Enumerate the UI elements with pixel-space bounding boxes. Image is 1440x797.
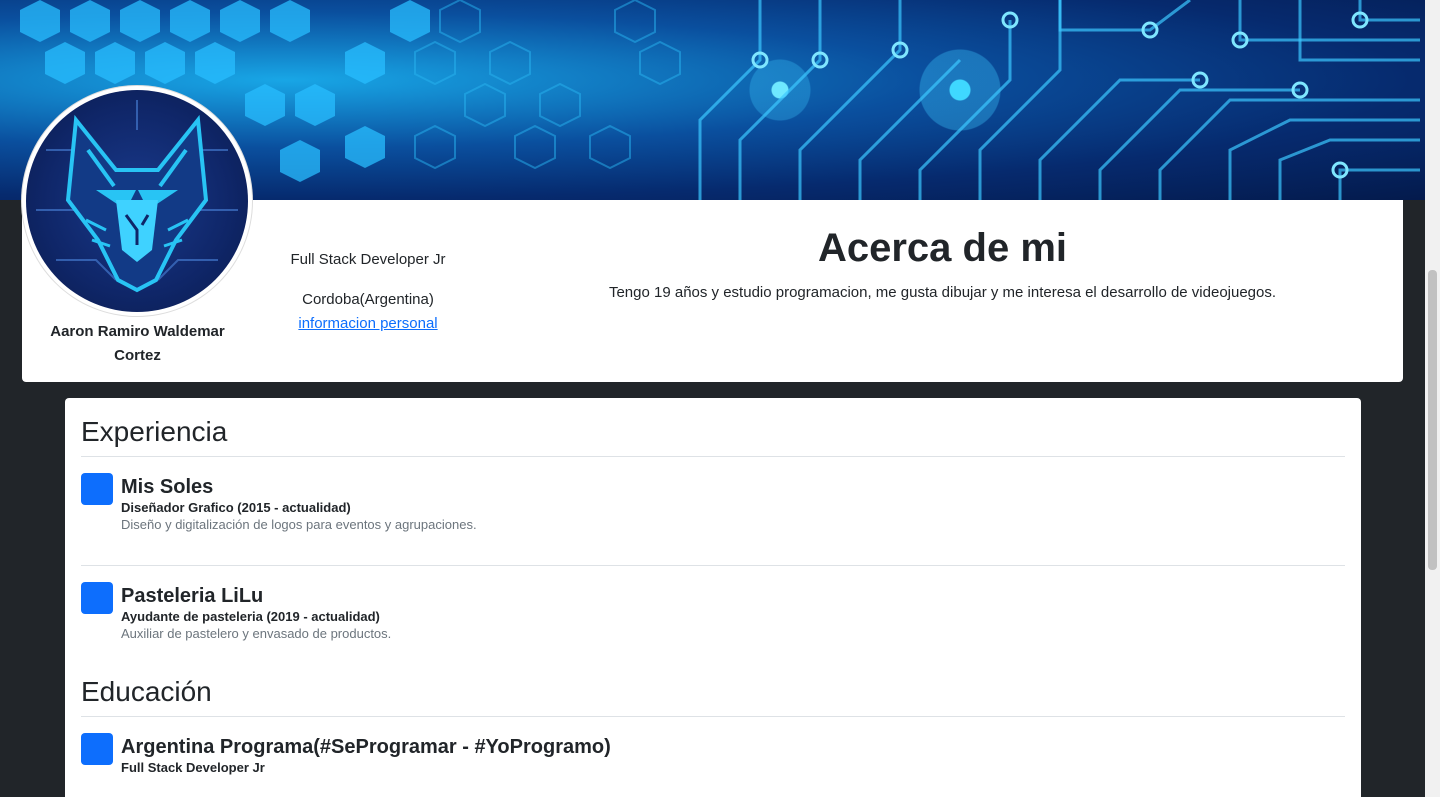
experience-icon — [81, 473, 113, 505]
personal-info-link[interactable]: informacion personal — [268, 315, 468, 332]
experience-position: Diseñador Grafico (2015 - actualidad) — [121, 500, 351, 515]
education-title: Educación — [81, 676, 212, 707]
experience-description: Auxiliar de pastelero y envasado de prod… — [121, 626, 392, 641]
experience-position: Ayudante de pasteleria (2019 - actualida… — [121, 609, 380, 624]
profile-role: Full Stack Developer Jr — [290, 251, 446, 268]
about-text: Tengo 19 años y estudio programacion, me… — [608, 284, 1277, 301]
education-institution: Argentina Programa(#SeProgramar - #YoPro… — [121, 736, 611, 758]
education-divider — [81, 716, 1345, 717]
profile-name: Aaron Ramiro Waldemar Cortez — [50, 323, 225, 364]
page-scrollbar[interactable] — [1425, 0, 1440, 797]
wolf-logo-icon — [26, 90, 248, 312]
about-title: Acerca de mi — [817, 226, 1068, 270]
education-icon — [81, 733, 113, 765]
experience-item-divider — [81, 565, 1345, 566]
education-degree: Full Stack Developer Jr — [121, 760, 265, 775]
experience-company: Pasteleria LiLu — [121, 585, 264, 607]
avatar — [22, 86, 252, 316]
profile-location: Cordoba(Argentina) — [302, 291, 434, 308]
experience-description: Diseño y digitalización de logos para ev… — [121, 517, 477, 532]
experience-company: Mis Soles — [121, 476, 214, 498]
page: Aaron Ramiro Waldemar Cortez Full Stack … — [0, 0, 1440, 797]
experience-icon — [81, 582, 113, 614]
experience-divider — [81, 456, 1345, 457]
experience-title: Experiencia — [81, 416, 228, 447]
scrollbar-thumb[interactable] — [1428, 270, 1437, 570]
